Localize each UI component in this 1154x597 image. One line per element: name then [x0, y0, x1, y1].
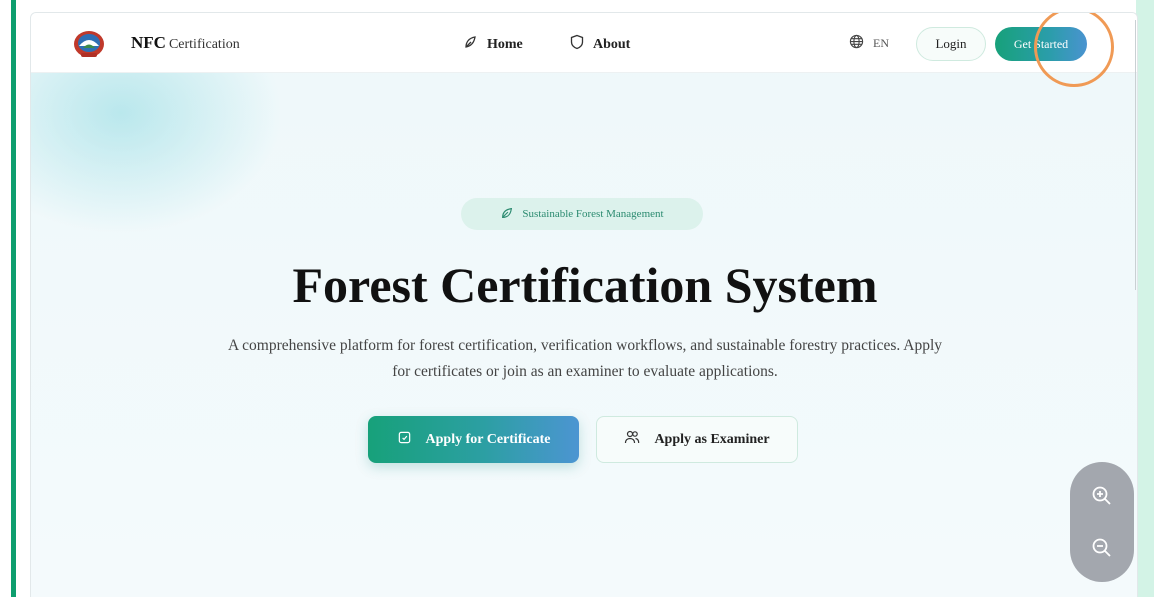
globe-icon [849, 34, 864, 53]
zoom-in-icon[interactable] [1090, 484, 1114, 508]
hero-description: A comprehensive platform for forest cert… [227, 337, 943, 380]
apply-for-certificate-button[interactable]: Apply for Certificate [368, 416, 579, 463]
brand-name[interactable]: NFC Certification [131, 33, 240, 53]
document-icon [397, 430, 412, 450]
scrollbar[interactable] [1135, 20, 1136, 290]
right-side-strip [1136, 0, 1154, 597]
language-label: EN [873, 36, 889, 50]
apply-as-examiner-button[interactable]: Apply as Examiner [596, 416, 798, 463]
zoom-out-icon[interactable] [1090, 536, 1114, 560]
left-accent-bar [11, 0, 16, 597]
apply-as-examiner-label: Apply as Examiner [654, 431, 770, 447]
brand-name-bold: NFC [131, 33, 166, 52]
language-selector[interactable]: EN [849, 34, 889, 53]
top-navbar: NFC Certification Home About EN Login Get… [31, 13, 1137, 87]
zoom-controls [1070, 462, 1134, 582]
leaf-icon [500, 206, 514, 223]
brand-name-rest: Certification [168, 37, 240, 52]
nav-about-link[interactable]: About [569, 34, 630, 55]
tagline-badge-label: Sustainable Forest Management [522, 208, 664, 220]
users-icon [624, 429, 640, 450]
nepal-emblem-icon[interactable] [71, 26, 107, 60]
apply-for-certificate-label: Apply for Certificate [425, 431, 551, 447]
nav-home-label: Home [487, 36, 523, 52]
login-button[interactable]: Login [916, 27, 986, 61]
get-started-button[interactable]: Get Started [995, 27, 1087, 61]
hero-title: Forest Certification System [292, 257, 878, 313]
tagline-badge: Sustainable Forest Management [461, 198, 703, 230]
nav-home-link[interactable]: Home [463, 34, 523, 55]
browser-viewport: NFC Certification Home About EN Login Get… [30, 12, 1138, 597]
home-icon [463, 34, 479, 55]
nav-about-label: About [593, 36, 631, 52]
shield-icon [569, 34, 585, 55]
